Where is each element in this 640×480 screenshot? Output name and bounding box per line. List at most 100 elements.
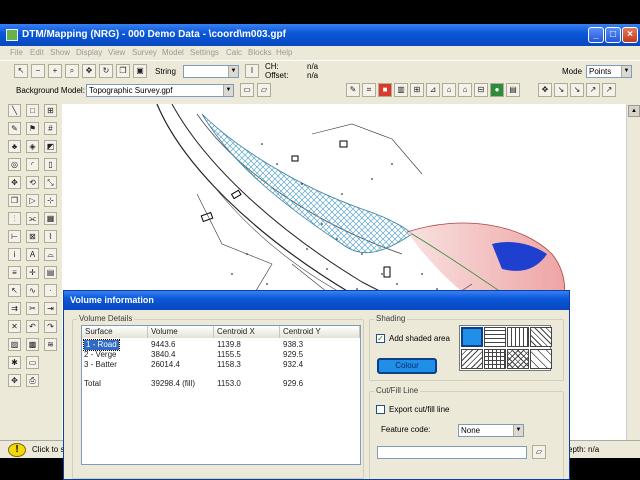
layer-tool-button[interactable]: ▤ <box>44 266 57 279</box>
measure-tool-button[interactable]: ⊢ <box>8 230 21 243</box>
flag-tool-button[interactable]: ⚑ <box>26 122 39 135</box>
brush-tool-button[interactable]: ⌇ <box>44 230 57 243</box>
tree-tool-button[interactable]: ♣ <box>8 140 21 153</box>
string-select[interactable]: ▼ <box>183 65 239 78</box>
minimize-button[interactable]: _ <box>588 27 604 43</box>
column-centroid-x[interactable]: Centroid X <box>214 326 280 338</box>
rotate-tool-button[interactable]: ⟲ <box>26 176 39 189</box>
join-tool-button[interactable]: ⫘ <box>26 212 39 225</box>
mesh-tool-button[interactable]: # <box>44 122 57 135</box>
maximize-button[interactable]: □ <box>605 27 621 43</box>
hatch-vertical-option[interactable] <box>507 327 529 347</box>
tool-b-button[interactable]: ⌗ <box>362 83 376 97</box>
split-tool-button[interactable]: ⫶ <box>8 212 21 225</box>
hatch-solid-option[interactable] <box>461 327 483 347</box>
tool-d-button[interactable]: ▥ <box>394 83 408 97</box>
table-row-surface[interactable]: 1 - Road <box>83 339 120 351</box>
tool-k-button[interactable]: ▤ <box>506 83 520 97</box>
menu-file[interactable]: File <box>10 48 23 57</box>
draw-line-button[interactable]: ╲ <box>8 104 21 117</box>
frame-tool-button[interactable]: ▭ <box>26 356 39 369</box>
tool-i-button[interactable]: ⊟ <box>474 83 488 97</box>
zoom-window-button[interactable]: ⌕ <box>65 64 79 78</box>
pick-tool-button[interactable]: ↖ <box>8 284 21 297</box>
menu-survey[interactable]: Survey <box>132 48 157 57</box>
model-folder-button[interactable]: ▱ <box>257 83 271 97</box>
point-tool-button[interactable]: · <box>44 284 57 297</box>
menu-show[interactable]: Show <box>50 48 70 57</box>
info-tool-button[interactable]: i <box>8 248 21 261</box>
label-tool-button[interactable]: A <box>26 248 39 261</box>
tool-p-button[interactable]: ↗ <box>602 83 616 97</box>
table-row-surface[interactable]: 2 - Verge <box>84 350 116 360</box>
chevron-down-icon[interactable]: ▼ <box>621 66 631 77</box>
browse-folder-button[interactable]: ▱ <box>532 445 546 459</box>
sheet-tool-button[interactable]: ▯ <box>44 158 57 171</box>
app-icon[interactable] <box>6 29 18 41</box>
redo-tool-button[interactable]: ↷ <box>44 320 57 333</box>
survey-tool-button[interactable]: ⊹ <box>44 194 57 207</box>
move-tool-button[interactable]: ✥ <box>8 176 21 189</box>
redraw-button[interactable]: ↻ <box>99 64 113 78</box>
snap-tool-button[interactable]: ✛ <box>26 266 39 279</box>
hatch-diagonal-option[interactable] <box>530 327 552 347</box>
draw-grid-button[interactable]: ⊞ <box>44 104 57 117</box>
menu-model[interactable]: Model <box>162 48 184 57</box>
contour-tool-button[interactable]: ≋ <box>44 338 57 351</box>
draw-box-button[interactable]: □ <box>26 104 39 117</box>
output-path-field[interactable] <box>377 446 527 459</box>
tool-m-button[interactable]: ↘ <box>554 83 568 97</box>
node-tool-button[interactable]: ◈ <box>26 140 39 153</box>
vertical-scrollbar[interactable]: ▲ ▼ <box>626 104 640 454</box>
tool-g-button[interactable]: ⌂ <box>442 83 456 97</box>
zoom-in-button[interactable]: + <box>48 64 62 78</box>
export-cutfill-checkbox[interactable] <box>376 405 385 414</box>
offset-tool-button[interactable]: ⇉ <box>8 302 21 315</box>
tool-l-button[interactable]: ✥ <box>538 83 552 97</box>
pan-button[interactable]: ✥ <box>82 64 96 78</box>
pencil-tool-button[interactable]: ✎ <box>8 122 21 135</box>
title-bar[interactable]: DTM/Mapping (NRG) - 000 Demo Data - \coo… <box>0 24 640 46</box>
chevron-down-icon[interactable]: ▼ <box>513 425 523 436</box>
menu-calc[interactable]: Calc <box>226 48 242 57</box>
column-surface[interactable]: Surface <box>82 326 148 338</box>
mode-select[interactable]: Points ▼ <box>586 65 632 78</box>
fill-tool-button[interactable]: ▦ <box>44 212 57 225</box>
background-model-select[interactable]: Topographic Survey.gpf ▼ <box>86 84 234 97</box>
colour-button[interactable]: Colour <box>377 358 437 374</box>
tool-c-button[interactable]: ■ <box>378 83 392 97</box>
symbol-tool-button[interactable]: ✱ <box>8 356 21 369</box>
open-model-button[interactable]: ▭ <box>240 83 254 97</box>
tool-e-button[interactable]: ⊞ <box>410 83 424 97</box>
pointer-tool-button[interactable]: ↖ <box>14 64 28 78</box>
dialog-title[interactable]: Volume information <box>64 291 569 310</box>
pan-tool-button[interactable]: ✥ <box>8 374 21 387</box>
menu-help[interactable]: Help <box>276 48 292 57</box>
undo-tool-button[interactable]: ↶ <box>26 320 39 333</box>
menu-edit[interactable]: Edit <box>30 48 44 57</box>
tool-j-button[interactable]: ● <box>490 83 504 97</box>
column-centroid-y[interactable]: Centroid Y <box>280 326 360 338</box>
string-info-button[interactable]: I <box>245 64 259 78</box>
menu-display[interactable]: Display <box>76 48 102 57</box>
feature-code-select[interactable]: None ▼ <box>458 424 524 437</box>
menu-blocks[interactable]: Blocks <box>248 48 272 57</box>
arc-tool-button[interactable]: ◜ <box>26 158 39 171</box>
trim-tool-button[interactable]: ✂ <box>26 302 39 315</box>
hatch-cross-option[interactable] <box>484 349 506 369</box>
tool-n-button[interactable]: ↘ <box>570 83 584 97</box>
copy-tool-button[interactable]: ❐ <box>8 194 21 207</box>
level-tool-button[interactable]: ≡ <box>8 266 21 279</box>
table-row-surface[interactable]: 3 - Batter <box>84 360 117 370</box>
zoom-out-button[interactable]: − <box>31 64 45 78</box>
hatch-tool-button[interactable]: ▨ <box>8 338 21 351</box>
delete-tool-button[interactable]: ✕ <box>8 320 21 333</box>
hatch-horizontal-option[interactable] <box>484 327 506 347</box>
print-tool-button[interactable]: ⎙ <box>26 374 39 387</box>
spline-tool-button[interactable]: ∿ <box>26 284 39 297</box>
colour-tool-button[interactable]: ◩ <box>44 140 57 153</box>
circle-tool-button[interactable]: ◎ <box>8 158 21 171</box>
chevron-down-icon[interactable]: ▼ <box>223 85 233 96</box>
tool-o-button[interactable]: ↗ <box>586 83 600 97</box>
add-shaded-area-checkbox[interactable]: ✓ <box>376 334 385 343</box>
